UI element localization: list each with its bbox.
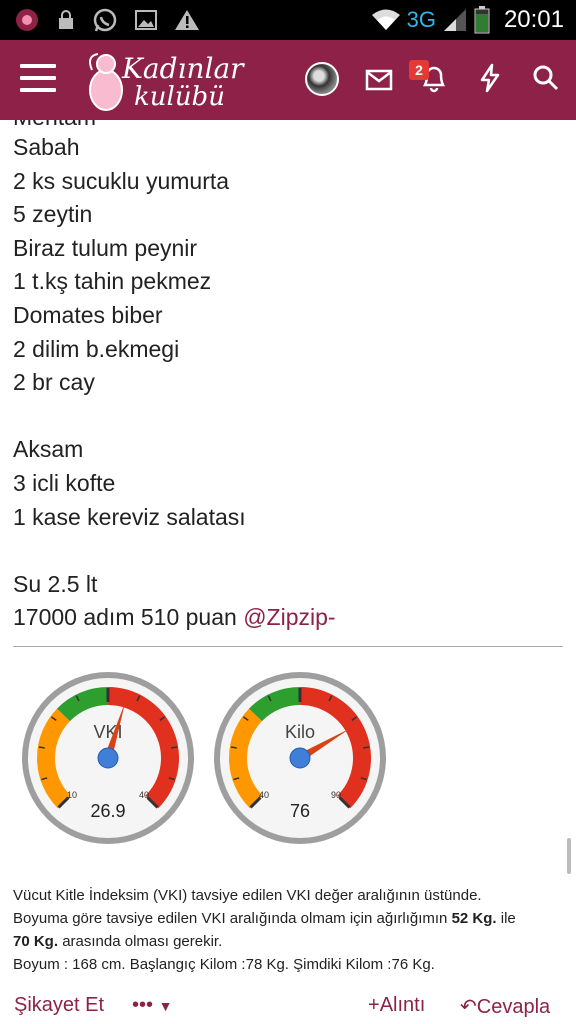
- site-logo[interactable]: Kadınlar kulübü: [82, 46, 244, 116]
- report-button[interactable]: Şikayet Et: [14, 994, 104, 1017]
- gauge-max-label: 40: [139, 790, 149, 800]
- avatar[interactable]: [305, 62, 339, 96]
- gauge-label: Kilo: [285, 722, 315, 742]
- search-icon[interactable]: [526, 58, 566, 98]
- post-actions: Şikayet Et ••• ▼ +Alıntı ↶Cevapla: [0, 988, 576, 1024]
- post-line-text: 17000 adım 510 puan: [13, 604, 237, 630]
- scrollbar[interactable]: [567, 838, 571, 874]
- gauge-min-label: 10: [67, 790, 77, 800]
- lock-icon: [59, 10, 73, 29]
- messages-icon[interactable]: [359, 60, 399, 100]
- post-line: Aksam: [13, 436, 84, 462]
- reply-icon: ↶: [460, 996, 477, 1018]
- quote-label: Alıntı: [379, 994, 426, 1016]
- clock: 20:01: [503, 6, 564, 33]
- post-line: 2 dilim b.ekmegi: [13, 336, 180, 362]
- post-line-last: 17000 adım 510 puan @Zipzip-: [13, 604, 336, 631]
- menu-icon[interactable]: [20, 64, 56, 94]
- signature-divider: [13, 646, 563, 647]
- post-line: Su 2.5 lt: [13, 571, 98, 597]
- network-type: 3G: [406, 7, 436, 32]
- image-icon: [135, 10, 157, 30]
- wifi-icon: [371, 9, 400, 30]
- more-options-button[interactable]: ••• ▼: [132, 994, 172, 1017]
- signature-text: Boyuma göre tavsiye edilen VKI aralığınd…: [13, 910, 448, 927]
- app-notification-icon: [16, 9, 38, 31]
- gauge-min-label: 40: [259, 790, 269, 800]
- plus-icon: +: [368, 994, 380, 1016]
- gauge-hub: [97, 747, 119, 769]
- post-line: 3 icli kofte: [13, 470, 116, 496]
- vki-gauge: VKI10 4026.9: [22, 672, 194, 844]
- logo-text-line1: Kadınlar: [122, 52, 244, 85]
- signature-text: ile: [500, 910, 516, 927]
- signal-icon: [443, 9, 466, 31]
- signature-line: Boyuma göre tavsiye edilen VKI aralığınd…: [13, 910, 516, 927]
- signature-line: Vücut Kitle İndeksim (VKI) tavsiye edile…: [13, 887, 482, 904]
- signature-min-weight: 52 Kg.: [451, 910, 497, 927]
- kilo-gauge: Kilo 40 90 76: [214, 672, 386, 844]
- chevron-down-icon: ▼: [158, 998, 173, 1014]
- gauge-tick: [363, 746, 370, 749]
- signature-line: Boyum : 168 cm. Başlangıç Kilom :78 Kg. …: [13, 956, 435, 973]
- reply-label: Cevapla: [476, 996, 551, 1018]
- post-line: 5 zeytin: [13, 201, 93, 227]
- gauge-tick: [230, 746, 237, 749]
- gauge-value: 26.9: [90, 801, 125, 821]
- user-mention-link[interactable]: @Zipzip-: [243, 604, 335, 630]
- post-line: Biraz tulum peynir: [13, 235, 198, 261]
- quote-button[interactable]: +Alıntı: [368, 994, 425, 1017]
- signature-text: arasında olması gerekir.: [62, 933, 223, 950]
- post-line: 2 ks sucuklu yumurta: [13, 168, 230, 194]
- notification-badge: 2: [409, 60, 429, 80]
- lightning-icon[interactable]: [470, 58, 510, 98]
- gauge-tick: [171, 746, 178, 749]
- whatsapp-icon: [93, 8, 117, 32]
- logo-text-line2: kulübü: [134, 82, 225, 112]
- post-line: 1 kase kereviz salatası: [13, 504, 246, 530]
- status-bar: 3G 20:01: [0, 0, 576, 40]
- more-dots: •••: [132, 994, 154, 1016]
- gauge-hub: [289, 747, 311, 769]
- post-line: Sabah: [13, 134, 80, 160]
- post-line: Domates biber: [13, 302, 163, 328]
- post-line: 2 br cay: [13, 369, 95, 395]
- signature-max-weight: 70 Kg.: [13, 933, 59, 950]
- gauge-tick: [38, 746, 45, 749]
- signature-line: 70 Kg. arasında olması gerekir.: [13, 933, 222, 950]
- gauge-value: 76: [290, 801, 310, 821]
- post-content: Mehtam Sabah 2 ks sucuklu yumurta 5 zeyt…: [0, 120, 576, 1024]
- reply-button[interactable]: ↶Cevapla: [460, 994, 550, 1019]
- gauge-max-label: 90: [331, 790, 341, 800]
- post-line: 1 t.kş tahin pekmez: [13, 268, 212, 294]
- battery-icon: [474, 6, 490, 34]
- warning-icon: [175, 10, 199, 30]
- post-line-partial: Mehtam: [13, 120, 96, 131]
